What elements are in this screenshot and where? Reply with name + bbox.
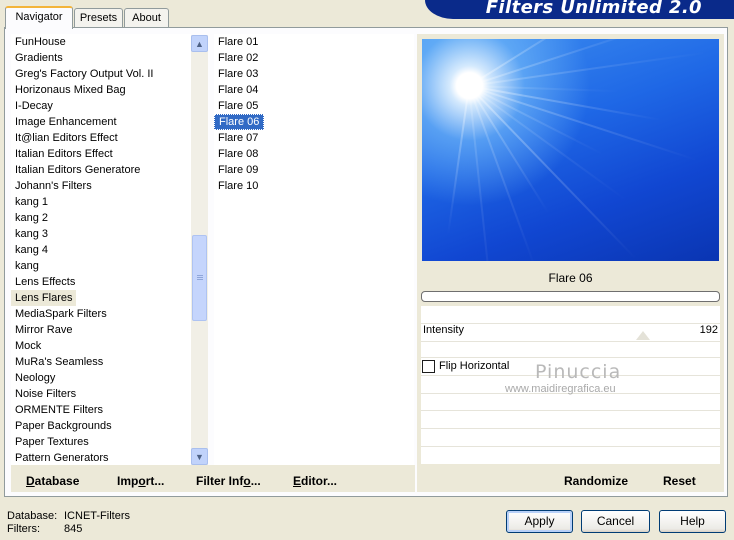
- category-item[interactable]: Italian Editors Effect: [11, 146, 117, 162]
- scrollbar-thumb[interactable]: [192, 235, 207, 321]
- database-status-value: ICNET-Filters: [64, 510, 130, 522]
- preview-image: [422, 39, 719, 261]
- category-item[interactable]: Horizonaus Mixed Bag: [11, 82, 130, 98]
- database-status-label: Database:: [7, 510, 58, 522]
- filter-item[interactable]: Flare 07: [214, 130, 262, 146]
- category-item[interactable]: kang: [11, 258, 43, 274]
- category-item[interactable]: Image Enhancement: [11, 114, 121, 130]
- intensity-slider[interactable]: Intensity 192: [421, 323, 720, 341]
- category-item[interactable]: Mock: [11, 338, 45, 354]
- app-title: Filters Unlimited 2.0: [485, 0, 702, 18]
- filter-item[interactable]: Flare 01: [214, 34, 262, 50]
- tab-navigator[interactable]: Navigator: [5, 6, 73, 29]
- category-item[interactable]: Gradients: [11, 50, 67, 66]
- category-item[interactable]: I-Decay: [11, 98, 57, 114]
- category-item[interactable]: Johann's Filters: [11, 178, 96, 194]
- filter-item[interactable]: Flare 09: [214, 162, 262, 178]
- category-item[interactable]: kang 3: [11, 226, 52, 242]
- category-scrollbar[interactable]: ▲ ▼: [191, 35, 208, 465]
- list-toolbar: Database Import... Filter Info... Editor…: [11, 465, 415, 492]
- chevron-down-icon[interactable]: ▼: [191, 448, 208, 465]
- progress-bar: [421, 291, 720, 302]
- watermark-name: Pinuccia: [535, 361, 622, 383]
- category-item[interactable]: Lens Effects: [11, 274, 79, 290]
- filters-count-label: Filters:: [7, 523, 40, 535]
- filter-info-button[interactable]: Filter Info...: [196, 474, 261, 488]
- database-button[interactable]: Database: [26, 474, 79, 488]
- flip-horizontal-label: Flip Horizontal: [439, 360, 510, 372]
- reset-button[interactable]: Reset: [663, 474, 696, 488]
- category-item[interactable]: Mirror Rave: [11, 322, 76, 338]
- flare-ray: [468, 85, 628, 202]
- title-banner: Filters Unlimited 2.0: [425, 0, 734, 19]
- category-item[interactable]: It@lian Editors Effect: [11, 130, 122, 146]
- category-item[interactable]: Greg's Factory Output Vol. II: [11, 66, 157, 82]
- slider-thumb[interactable]: [636, 331, 650, 340]
- tab-about[interactable]: About: [124, 8, 169, 27]
- category-item[interactable]: MuRa's Seamless: [11, 354, 107, 370]
- category-list[interactable]: FunHouse Gradients Greg's Factory Output V…: [11, 34, 191, 465]
- filter-item[interactable]: Flare 10: [214, 178, 262, 194]
- filter-list[interactable]: Flare 01 Flare 02 Flare 03 Flare 04 Flare 05…: [214, 34, 414, 465]
- filter-item[interactable]: Flare 03: [214, 66, 262, 82]
- chevron-up-icon[interactable]: ▲: [191, 35, 208, 52]
- filter-name-label: Flare 06: [548, 271, 593, 285]
- category-item[interactable]: FunHouse: [11, 34, 70, 50]
- filter-item[interactable]: Flare 04: [214, 82, 262, 98]
- editor-button[interactable]: Editor...: [293, 474, 337, 488]
- flare-ray: [468, 51, 707, 87]
- category-item[interactable]: MediaSpark Filters: [11, 306, 111, 322]
- filter-item[interactable]: Flare 06: [214, 114, 265, 130]
- category-item[interactable]: kang 2: [11, 210, 52, 226]
- help-button[interactable]: Help: [659, 510, 726, 533]
- category-item[interactable]: Paper Backgrounds: [11, 418, 116, 434]
- category-item[interactable]: Neology: [11, 370, 59, 386]
- flip-horizontal-checkbox[interactable]: [422, 360, 435, 373]
- import-button[interactable]: Import...: [117, 474, 164, 488]
- category-item[interactable]: Paper Textures: [11, 434, 93, 450]
- category-item[interactable]: kang 4: [11, 242, 52, 258]
- category-item[interactable]: Italian Editors Generatore: [11, 162, 144, 178]
- intensity-value: 192: [699, 324, 718, 336]
- flare-ray: [447, 85, 470, 235]
- category-item[interactable]: Pattern Generators: [11, 450, 113, 465]
- category-item[interactable]: kang 1: [11, 194, 52, 210]
- filter-item[interactable]: Flare 02: [214, 50, 262, 66]
- category-item[interactable]: ORMENTE Filters: [11, 402, 107, 418]
- preset-toolbar: Randomize Reset: [421, 465, 720, 492]
- watermark-site: www.maidiregrafica.eu: [505, 383, 616, 395]
- apply-button[interactable]: Apply: [506, 510, 573, 533]
- tab-presets[interactable]: Presets: [74, 8, 123, 27]
- filter-item[interactable]: Flare 08: [214, 146, 262, 162]
- category-item[interactable]: Noise Filters: [11, 386, 80, 402]
- category-item[interactable]: Lens Flares: [11, 290, 77, 306]
- flare-ray: [468, 85, 496, 261]
- cancel-button[interactable]: Cancel: [581, 510, 650, 533]
- randomize-button[interactable]: Randomize: [564, 474, 628, 488]
- intensity-label: Intensity: [423, 324, 464, 336]
- filters-count-value: 845: [64, 523, 83, 535]
- filter-item[interactable]: Flare 05: [214, 98, 262, 114]
